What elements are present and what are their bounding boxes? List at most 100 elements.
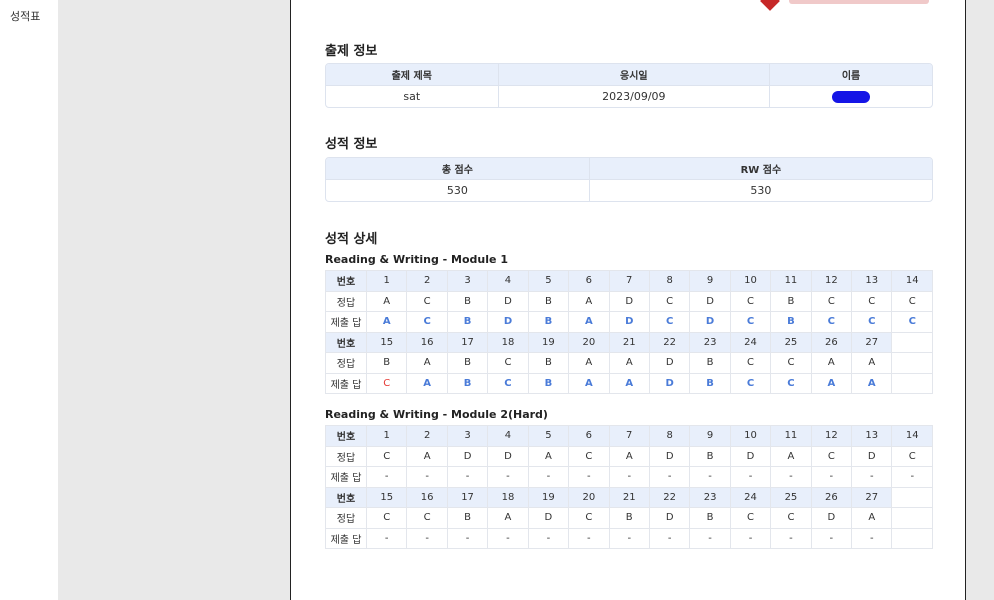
grid-cell: 27 bbox=[851, 486, 893, 508]
grid-cell: C bbox=[406, 311, 448, 333]
grid-cell: 11 bbox=[770, 270, 812, 292]
grid-cell: 8 bbox=[648, 425, 691, 447]
grid-row-num: 번호 15 16 17 18 19 20 21 22 23 24 25 26 27 bbox=[325, 331, 933, 353]
empty-cell bbox=[891, 372, 933, 394]
grid-cell: D bbox=[648, 507, 691, 529]
grid-cell: B bbox=[446, 372, 489, 394]
grid-cell: 12 bbox=[810, 425, 853, 447]
grid-cell: B bbox=[527, 372, 570, 394]
module-1-title: Reading & Writing - Module 1 bbox=[325, 253, 508, 266]
grid-cell: C bbox=[568, 445, 610, 467]
exam-info-title: 출제 정보 bbox=[325, 44, 378, 59]
grid-row-ans: 정답 A C B D B A D C D C B C C C bbox=[325, 290, 933, 312]
grid-cell: C bbox=[648, 311, 691, 333]
grid-cell: 8 bbox=[648, 270, 691, 292]
grid-cell: B bbox=[689, 445, 731, 467]
grid-cell: A bbox=[406, 445, 448, 467]
grid-cell: C bbox=[487, 352, 529, 374]
grid-cell: 2 bbox=[406, 425, 448, 447]
grid-cell: - bbox=[729, 466, 772, 488]
grid-cell: 13 bbox=[851, 270, 893, 292]
grid-cell: 26 bbox=[810, 486, 853, 508]
grid-row-sub: 제출 답CABCBAADBCCAA bbox=[325, 372, 933, 394]
grid-cell: C bbox=[729, 290, 772, 312]
grid-cell: 10 bbox=[729, 425, 772, 447]
grid-cell: 6 bbox=[568, 270, 610, 292]
exam-info-table: 출제 제목 응시일 이름 sat 2023/09/09 bbox=[325, 63, 933, 108]
row-label: 정답 bbox=[325, 445, 367, 467]
grid-cell: 12 bbox=[810, 270, 853, 292]
grid-cell: - bbox=[487, 527, 529, 549]
empty-cell bbox=[891, 527, 933, 549]
grid-cell: B bbox=[527, 311, 570, 333]
grid-cell: 16 bbox=[406, 486, 448, 508]
grid-cell: C bbox=[770, 507, 812, 529]
grid-cell: 24 bbox=[729, 486, 772, 508]
grid-row-ans: 정답 B A B C B A A D B C C A A bbox=[325, 352, 933, 374]
grid-cell: - bbox=[891, 466, 933, 488]
empty-cell bbox=[891, 352, 933, 374]
grid-cell: - bbox=[446, 466, 489, 488]
grid-cell: C bbox=[729, 352, 772, 374]
grid-cell: A bbox=[608, 372, 650, 394]
grid-cell: D bbox=[527, 507, 570, 529]
grid-cell: B bbox=[446, 290, 489, 312]
grid-cell: B bbox=[527, 290, 570, 312]
grid-cell: B bbox=[770, 311, 812, 333]
grid-cell: 4 bbox=[487, 425, 529, 447]
rw-score-value: 530 bbox=[589, 178, 932, 201]
grid-cell: 1 bbox=[365, 270, 408, 292]
grid-cell: D bbox=[648, 445, 691, 467]
grid-cell: C bbox=[406, 290, 448, 312]
module-2-title: Reading & Writing - Module 2(Hard) bbox=[325, 408, 548, 421]
exam-title-header: 출제 제목 bbox=[326, 64, 499, 85]
row-label: 정답 bbox=[325, 352, 367, 374]
grid-cell: A bbox=[365, 290, 408, 312]
grid-cell: 19 bbox=[527, 486, 570, 508]
grid-cell: 5 bbox=[527, 425, 570, 447]
grid-cell: C bbox=[365, 372, 408, 394]
total-score-header: 총 점수 bbox=[326, 158, 590, 179]
grid-row-num: 번호 15 16 17 18 19 20 21 22 23 24 25 26 27 bbox=[325, 486, 933, 508]
grid-cell: C bbox=[406, 507, 448, 529]
module-2-grid: 번호 1 2 3 4 5 6 7 8 9 10 11 12 13 14 정답 C A D D A C A D B D A C D C 제출 … bbox=[325, 425, 933, 549]
grid-cell: - bbox=[568, 527, 610, 549]
grid-cell: 2 bbox=[406, 270, 448, 292]
grid-cell: D bbox=[446, 445, 489, 467]
row-label: 번호 bbox=[325, 331, 367, 353]
grid-cell: A bbox=[608, 445, 650, 467]
grid-cell: D bbox=[851, 445, 893, 467]
grid-cell: 21 bbox=[608, 331, 650, 353]
grid-cell: B bbox=[446, 352, 489, 374]
grid-cell: C bbox=[729, 372, 772, 394]
grid-cell: 22 bbox=[648, 331, 691, 353]
grid-cell: A bbox=[851, 372, 893, 394]
grid-cell: C bbox=[365, 507, 408, 529]
grid-cell: - bbox=[689, 466, 731, 488]
grid-cell: A bbox=[810, 352, 853, 374]
grid-row-num: 번호 1 2 3 4 5 6 7 8 9 10 11 12 13 14 bbox=[325, 425, 933, 447]
grid-cell: - bbox=[406, 466, 448, 488]
grid-cell: B bbox=[689, 372, 731, 394]
grid-cell: 26 bbox=[810, 331, 853, 353]
grid-cell: 15 bbox=[365, 331, 408, 353]
grid-cell: - bbox=[770, 466, 812, 488]
grid-row-ans: 정답 C A D D A C A D B D A C D C bbox=[325, 445, 933, 467]
grid-row-num: 번호 1 2 3 4 5 6 7 8 9 10 11 12 13 14 bbox=[325, 270, 933, 292]
grid-cell: - bbox=[365, 466, 408, 488]
exam-name-value bbox=[769, 84, 932, 107]
grid-row-ans: 정답 C C B A D C B D B C C D A bbox=[325, 507, 933, 529]
grid-cell: C bbox=[810, 311, 853, 333]
grid-cell: D bbox=[689, 290, 731, 312]
grid-cell: C bbox=[851, 290, 893, 312]
empty-cell bbox=[891, 507, 933, 529]
grid-cell: D bbox=[487, 290, 529, 312]
grid-cell: B bbox=[689, 507, 731, 529]
row-label: 제출 답 bbox=[325, 466, 367, 488]
grid-cell: 15 bbox=[365, 486, 408, 508]
grid-cell: - bbox=[446, 527, 489, 549]
row-label: 번호 bbox=[325, 270, 367, 292]
grid-cell: 22 bbox=[648, 486, 691, 508]
grid-cell: D bbox=[487, 311, 529, 333]
grid-cell: 10 bbox=[729, 270, 772, 292]
